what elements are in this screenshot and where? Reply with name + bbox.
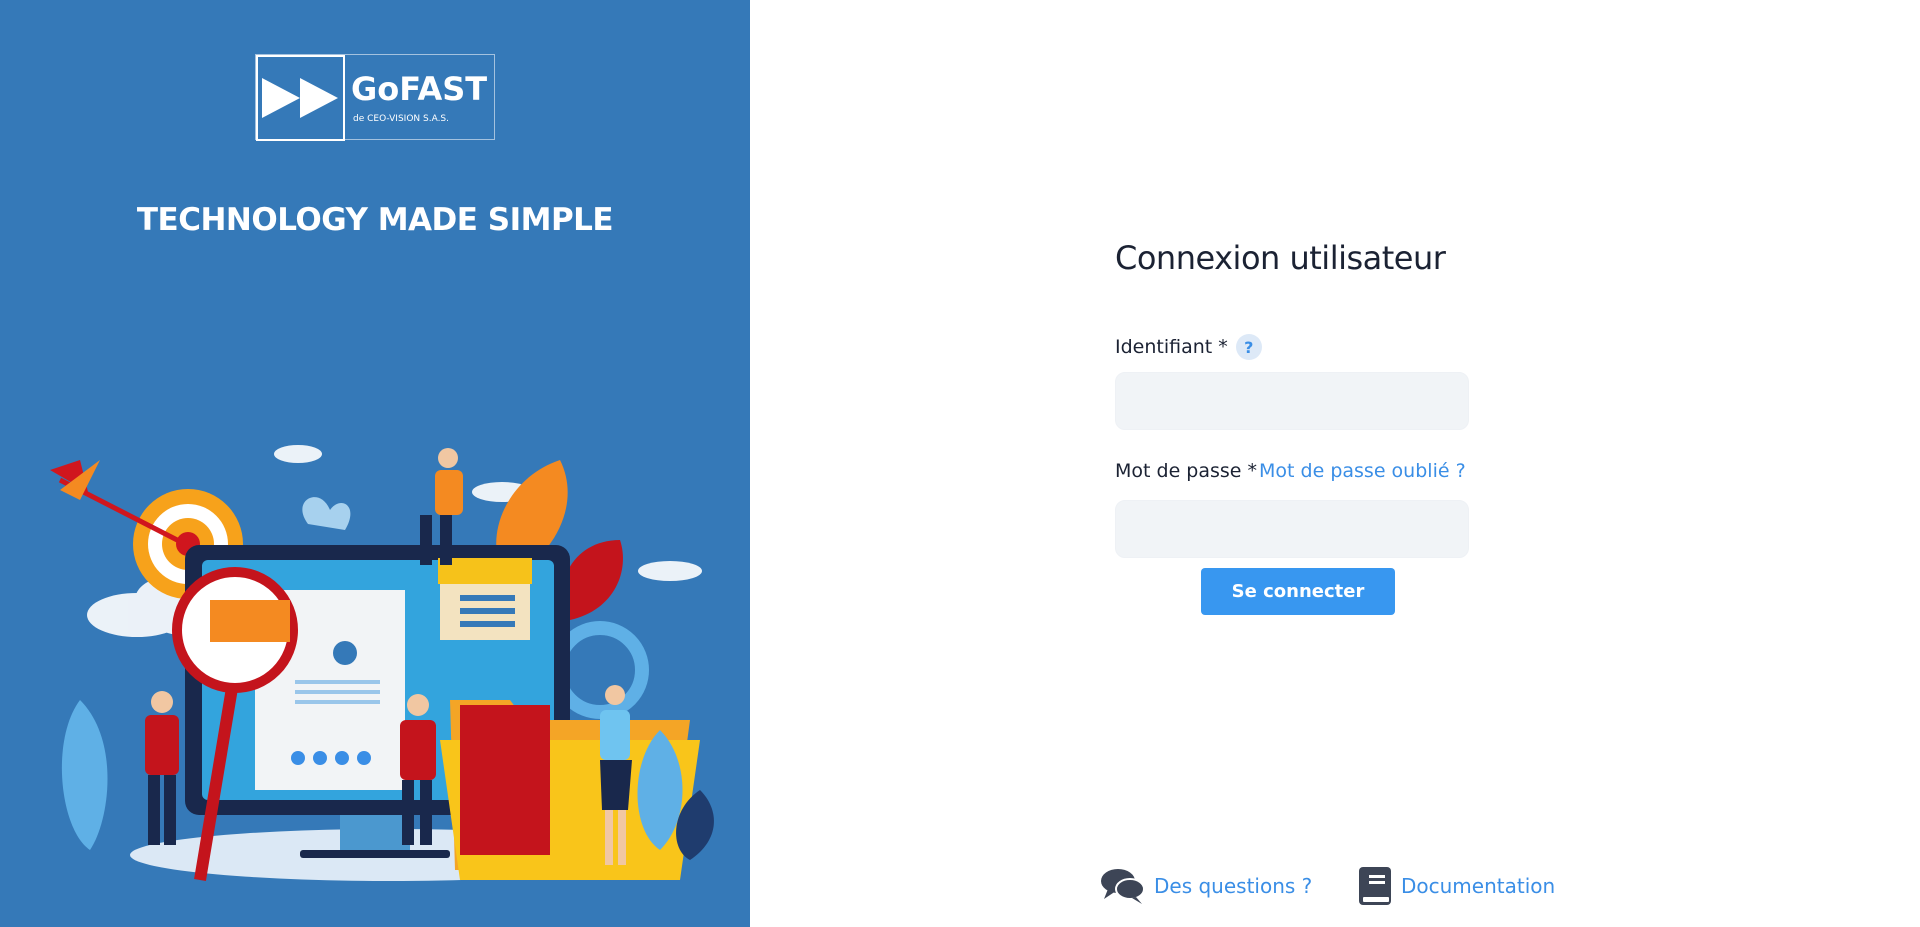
password-input[interactable]	[1115, 500, 1469, 558]
password-label: Mot de passe *	[1115, 460, 1258, 482]
login-page: GoFAST de CEO-VISION S.A.S. TECHNOLOGY M…	[0, 0, 1920, 927]
documentation-link[interactable]: Documentation	[1357, 864, 1555, 908]
brand-name: GoFAST	[351, 70, 488, 108]
forgot-password-link[interactable]: Mot de passe oublié ?	[1259, 460, 1466, 482]
username-label-row: Identifiant * ?	[1115, 334, 1469, 360]
page-title: Connexion utilisateur	[1115, 239, 1446, 277]
brand-tagline: TECHNOLOGY MADE SIMPLE	[136, 202, 614, 238]
username-input[interactable]	[1115, 372, 1469, 430]
fast-forward-logo-icon	[256, 55, 345, 141]
brand-panel: GoFAST de CEO-VISION S.A.S. TECHNOLOGY M…	[0, 0, 750, 927]
username-label: Identifiant *	[1115, 336, 1228, 358]
password-label-row: Mot de passe * Mot de passe oublié ?	[1115, 458, 1469, 484]
login-form: Connexion utilisateur Identifiant * ? Mo…	[1115, 236, 1469, 615]
login-button[interactable]: Se connecter	[1201, 568, 1395, 615]
brand-subtitle: de CEO-VISION S.A.S.	[353, 114, 449, 124]
help-question-icon[interactable]: ?	[1235, 334, 1262, 360]
questions-label: Des questions ?	[1154, 874, 1313, 898]
questions-link[interactable]: Des questions ?	[1100, 864, 1312, 908]
book-icon	[1357, 866, 1393, 906]
chat-bubbles-icon	[1100, 867, 1146, 905]
documentation-label: Documentation	[1401, 874, 1556, 898]
business-illustration	[50, 445, 714, 881]
gofast-logo: GoFAST de CEO-VISION S.A.S.	[255, 54, 495, 141]
